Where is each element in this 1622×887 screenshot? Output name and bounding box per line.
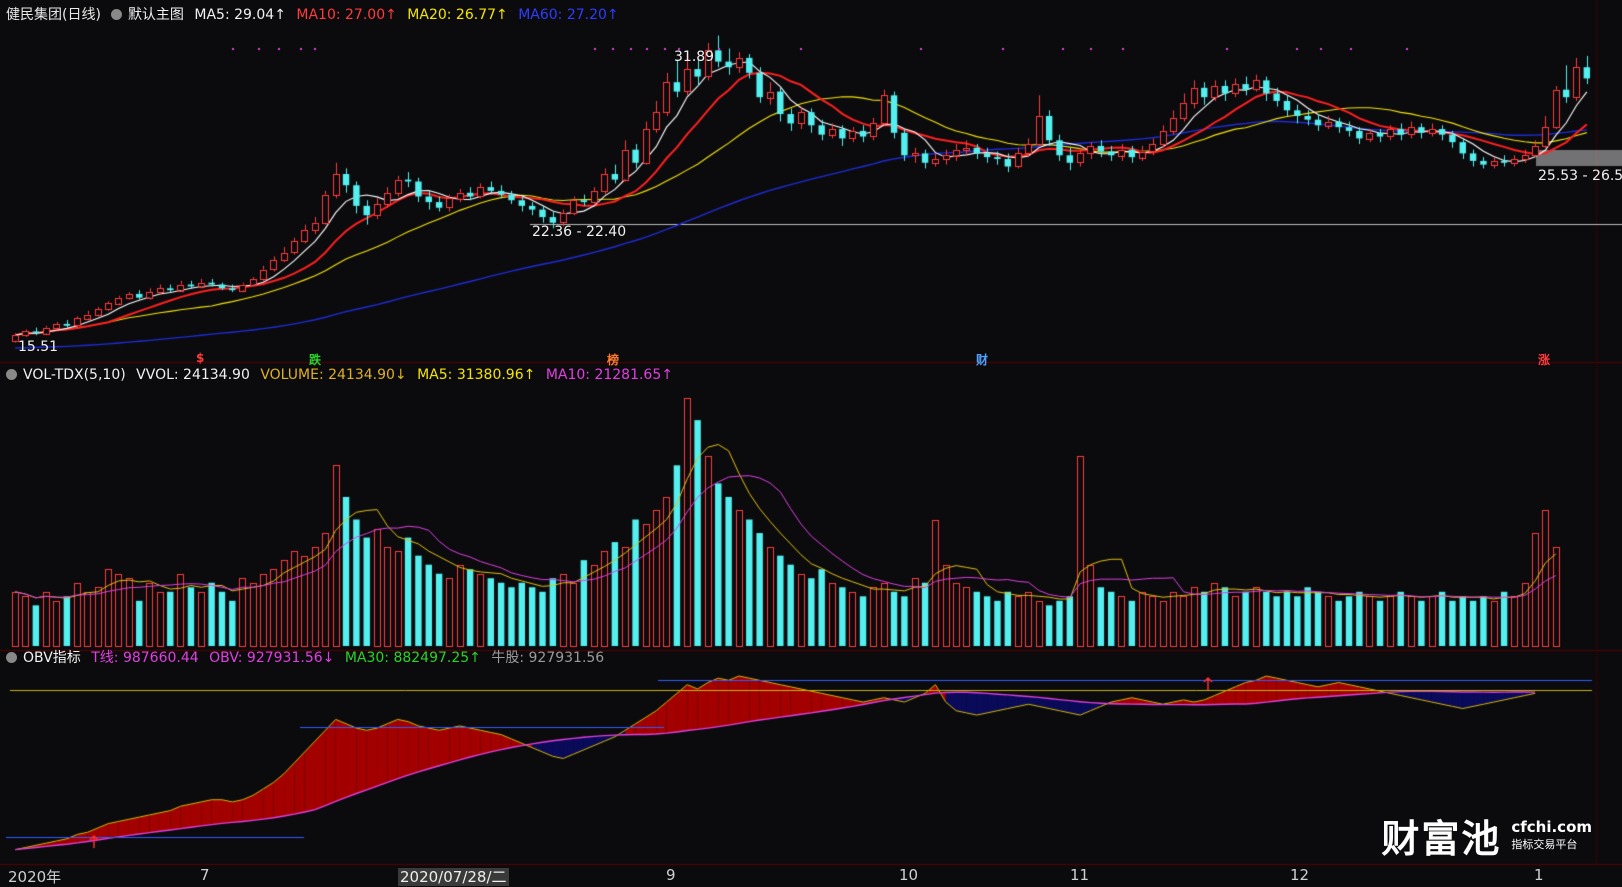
obv-settings-gear-icon[interactable] [6,652,17,663]
event-marker[interactable]: 榜 [607,351,619,368]
t-line-readout: T线: 987660.44 [91,650,199,666]
range-label-2: 25.53 - 26.5 [1538,168,1622,184]
stock-chart-canvas[interactable] [0,0,1622,885]
bull-readout: 牛股: 927931.56 [491,650,605,666]
ma5-readout: MA5: 29.04↑ [194,7,286,23]
volume-panel-header: VOL-TDX(5,10) VVOL: 24134.90 VOLUME: 241… [6,366,679,384]
low-price-label: 15.51 [18,339,59,355]
ma30-readout: MA30: 882497.25↑ [344,650,481,666]
x-axis-cursor-date: 2020/07/28/二 [398,868,509,886]
high-price-label: 31.89 [674,49,715,65]
ma10-readout: MA10: 27.00↑ [296,7,397,23]
volume-indicator-name[interactable]: VOL-TDX(5,10) [23,367,126,383]
stock-title: 健民集团(日线) [6,7,101,23]
x-axis-month-label: 11 [1070,866,1090,884]
volume-readout: VOLUME: 24134.90↓ [260,367,407,383]
event-marker[interactable]: $ [196,351,204,365]
range-label-1: 22.36 - 22.40 [532,224,627,240]
vvol-readout: VVOL: 24134.90 [136,367,250,383]
main-panel-header: 健民集团(日线) 默认主图 MA5: 29.04↑ MA10: 27.00↑ MA… [6,6,625,24]
volume-settings-gear-icon[interactable] [6,369,17,380]
ma20-readout: MA20: 26.77↑ [407,7,508,23]
event-marker[interactable]: 跌 [309,351,321,368]
main-indicator-name[interactable]: 默认主图 [128,7,184,23]
vol-ma10-readout: MA10: 21281.65↑ [545,367,673,383]
x-axis-month-label: 12 [1290,866,1310,884]
obv-readout: OBV: 927931.56↓ [209,650,335,666]
x-axis-year-label: 2020年 [8,868,62,886]
x-axis-month-label: 7 [200,866,210,884]
watermark-domain: cfchi.com [1511,817,1592,836]
watermark-brand: 财富池 [1381,816,1502,861]
settings-gear-icon[interactable] [110,9,122,20]
watermark: 财富池 cfchi.com 指标交易平台 [1381,808,1592,863]
x-axis-month-label: 10 [899,866,919,884]
vol-ma5-readout: MA5: 31380.96↑ [417,367,536,383]
obv-panel-header: OBV指标 T线: 987660.44 OBV: 927931.56↓ MA30… [6,649,610,667]
event-marker[interactable]: 财 [976,351,988,368]
x-axis-month-label: 1 [1534,866,1544,884]
event-marker[interactable]: 涨 [1538,351,1550,368]
watermark-subtitle: 指标交易平台 [1511,837,1578,851]
obv-indicator-name[interactable]: OBV指标 [23,650,81,666]
ma60-readout: MA60: 27.20↑ [518,7,619,23]
x-axis-month-label: 9 [666,866,676,884]
